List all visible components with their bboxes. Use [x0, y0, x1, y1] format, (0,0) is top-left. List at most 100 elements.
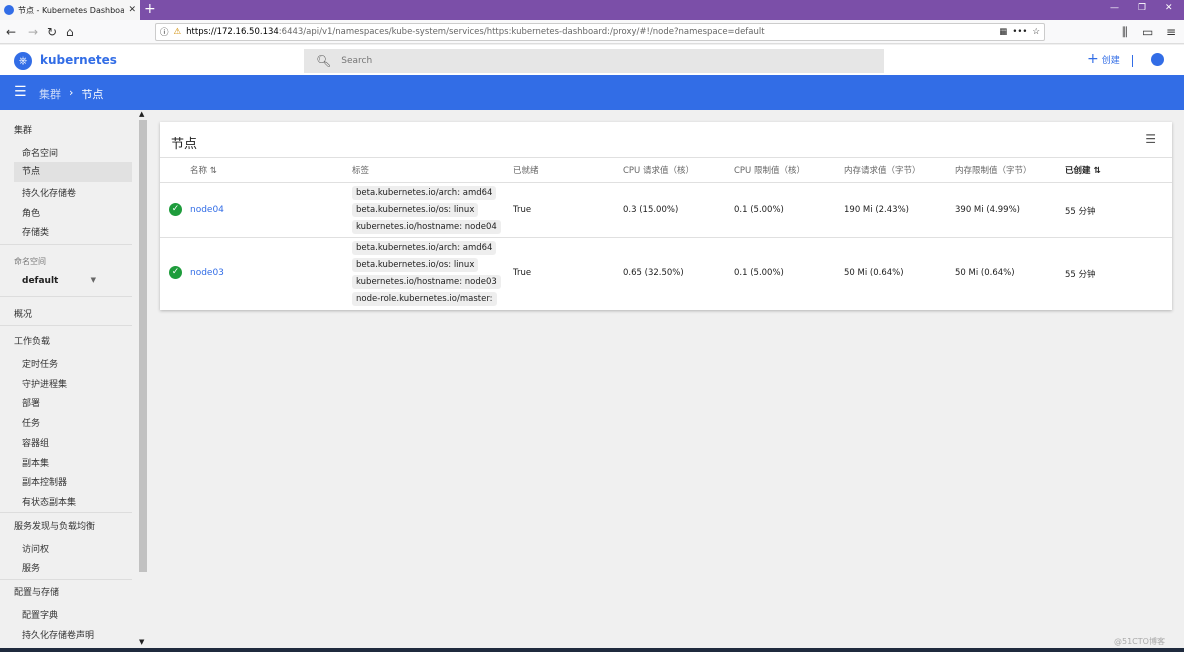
sidebar-item-storage-classes[interactable]: 存储类 [22, 225, 138, 238]
sidebar-item-daemonsets[interactable]: 守护进程集 [22, 377, 138, 390]
label-chip: node-role.kubernetes.io/master: [352, 292, 497, 306]
sidebar-item-replicasets[interactable]: 副本集 [22, 456, 138, 469]
check-circle-icon: ✓ [169, 203, 182, 216]
sidebar-heading-cluster[interactable]: 集群 [14, 123, 138, 136]
memory-limits-value: 50 Mi (0.64%) [955, 268, 1015, 278]
sidebar-nav: 集群 命名空间 节点 持久化存储卷 角色 存储类 命名空间 default ▼ … [0, 110, 138, 648]
info-icon[interactable]: ⓘ [160, 26, 169, 38]
brand-name[interactable]: kubernetes [40, 53, 117, 67]
insecure-lock-icon[interactable]: ⚠ [174, 27, 182, 37]
kubernetes-favicon-icon [4, 5, 14, 15]
sidebar-item-pods[interactable]: 容器组 [22, 436, 138, 449]
column-header-cpu-limits: CPU 限制值（核） [734, 166, 805, 176]
sidebar-heading-discovery[interactable]: 服务发现与负载均衡 [14, 519, 138, 532]
sidebar-heading-config[interactable]: 配置与存储 [14, 585, 138, 598]
filter-icon[interactable]: ☰ [1145, 132, 1156, 146]
browser-menu-icon[interactable]: ≡ [1166, 23, 1176, 41]
sort-icon: ⇅ [209, 166, 217, 176]
restore-icon[interactable]: ❐ [1138, 3, 1146, 13]
library-icon[interactable]: ⫼ [1122, 23, 1128, 41]
account-icon[interactable] [1151, 53, 1164, 66]
sidebar-item-nodes[interactable]: 节点 [14, 162, 132, 182]
card-title: 节点 [171, 137, 198, 152]
memory-requests-value: 190 Mi (2.43%) [844, 205, 909, 215]
scroll-up-icon[interactable]: ▲ [139, 110, 144, 118]
sidebar-item-cronjobs[interactable]: 定时任务 [22, 357, 138, 370]
sidebar-item-overview[interactable]: 概况 [14, 307, 138, 320]
memory-limits-value: 390 Mi (4.99%) [955, 205, 1020, 215]
column-header-name[interactable]: 名称 ⇅ [190, 164, 217, 176]
sidebar-item-ingresses[interactable]: 访问权 [22, 542, 138, 555]
app-header: ⎈ kubernetes 🔍︎ + 创建 [0, 45, 1184, 75]
sidebar-item-replication-controllers[interactable]: 副本控制器 [22, 475, 138, 488]
sidebar-item-configmaps[interactable]: 配置字典 [22, 608, 138, 621]
namespace-select[interactable]: default ▼ [22, 276, 96, 286]
breadcrumb: 集群 › 节点 [39, 86, 103, 102]
label-chip: beta.kubernetes.io/os: linux [352, 203, 479, 217]
sidebar-divider [0, 579, 132, 580]
cpu-requests-value: 0.3 (15.00%) [623, 205, 679, 215]
node-link[interactable]: node04 [190, 205, 224, 215]
sidebar-scrollbar[interactable]: ▲ ▼ [138, 110, 148, 648]
minimize-icon[interactable]: — [1110, 3, 1119, 13]
new-tab-icon[interactable]: + [144, 1, 156, 17]
sort-ascending-icon: ⇅ [1093, 166, 1101, 176]
browser-titlebar: 节点 - Kubernetes Dashboard ✕ + — ❐ ✕ [0, 0, 1184, 20]
label-chip: kubernetes.io/hostname: node03 [352, 275, 501, 289]
create-button[interactable]: + 创建 [1087, 51, 1120, 67]
reload-icon[interactable]: ↻ [47, 23, 57, 41]
scrollbar-thumb[interactable] [139, 120, 147, 572]
page-toolbar: ☰ 集群 › 节点 [0, 75, 1184, 110]
address-bar[interactable]: ⓘ ⚠ https://172.16.50.134:6443/api/v1/na… [155, 23, 1045, 41]
namespace-label: 命名空间 [14, 257, 46, 266]
search-box[interactable]: 🔍︎ [304, 49, 884, 73]
kubernetes-logo-icon[interactable]: ⎈ [14, 52, 32, 70]
column-header-created[interactable]: 已创建 ⇅ [1065, 164, 1101, 176]
ready-value: True [513, 268, 532, 278]
tab-title: 节点 - Kubernetes Dashboard [18, 5, 125, 15]
sidebar-item-persistent-volumes[interactable]: 持久化存储卷 [22, 186, 138, 199]
column-header-ready: 已就绪 [513, 166, 539, 176]
bookmark-star-icon[interactable]: ☆ [1032, 27, 1040, 37]
sidebar-item-namespaces[interactable]: 命名空间 [22, 146, 138, 159]
sidebar-item-roles[interactable]: 角色 [22, 206, 138, 219]
column-header-labels: 标签 [352, 166, 370, 176]
browser-tab[interactable]: 节点 - Kubernetes Dashboard ✕ [0, 0, 140, 20]
forward-icon[interactable]: → [28, 23, 38, 41]
search-icon: 🔍︎ [316, 54, 332, 68]
sidebar-item-statefulsets[interactable]: 有状态副本集 [22, 495, 138, 508]
breadcrumb-current: 节点 [81, 88, 104, 101]
browser-navbar: ← → ↻ ⌂ ⓘ ⚠ https://172.16.50.134:6443/a… [0, 20, 1184, 44]
sidebar-item-jobs[interactable]: 任务 [22, 416, 138, 429]
qr-icon[interactable]: ▦ [999, 27, 1007, 37]
memory-requests-value: 50 Mi (0.64%) [844, 268, 904, 278]
column-header-memory-requests: 内存请求值（字节） [844, 166, 921, 176]
breadcrumb-cluster[interactable]: 集群 [39, 86, 61, 102]
scroll-down-icon[interactable]: ▼ [139, 638, 144, 646]
sidebar-divider [0, 296, 132, 297]
table-row: ✓ node03 beta.kubernetes.io/arch: amd64 … [160, 238, 1172, 310]
page-actions-icon[interactable]: ••• [1012, 27, 1027, 37]
label-chip: kubernetes.io/hostname: node04 [352, 220, 501, 234]
close-tab-icon[interactable]: ✕ [128, 5, 136, 15]
sidebar-item-deployments[interactable]: 部署 [22, 396, 138, 409]
url-text: https://172.16.50.134:6443/api/v1/namesp… [186, 27, 765, 37]
label-chip: beta.kubernetes.io/arch: amd64 [352, 186, 497, 200]
nodes-card: 节点 ☰ 名称 ⇅ 标签 已就绪 CPU 请求值（核） CPU 限制值（核） 内… [160, 122, 1172, 310]
sidebar-item-pvcs[interactable]: 持久化存储卷声明 [22, 628, 138, 641]
search-input[interactable] [341, 56, 742, 66]
window-close-icon[interactable]: ✕ [1165, 3, 1173, 13]
label-chip: beta.kubernetes.io/arch: amd64 [352, 241, 497, 255]
column-header-cpu-requests: CPU 请求值（核） [623, 166, 694, 176]
home-icon[interactable]: ⌂ [66, 23, 74, 41]
header-divider [1132, 55, 1133, 67]
cpu-limits-value: 0.1 (5.00%) [734, 268, 784, 278]
sidebar-heading-workloads[interactable]: 工作负载 [14, 334, 138, 347]
sidebar-item-services[interactable]: 服务 [22, 561, 138, 574]
hamburger-menu-icon[interactable]: ☰ [14, 84, 27, 100]
back-icon[interactable]: ← [6, 23, 16, 41]
taskbar-strip [0, 648, 1184, 652]
node-link[interactable]: node03 [190, 268, 224, 278]
sidebar-toggle-icon[interactable]: ▭ [1142, 23, 1153, 41]
sidebar-divider [0, 512, 132, 513]
